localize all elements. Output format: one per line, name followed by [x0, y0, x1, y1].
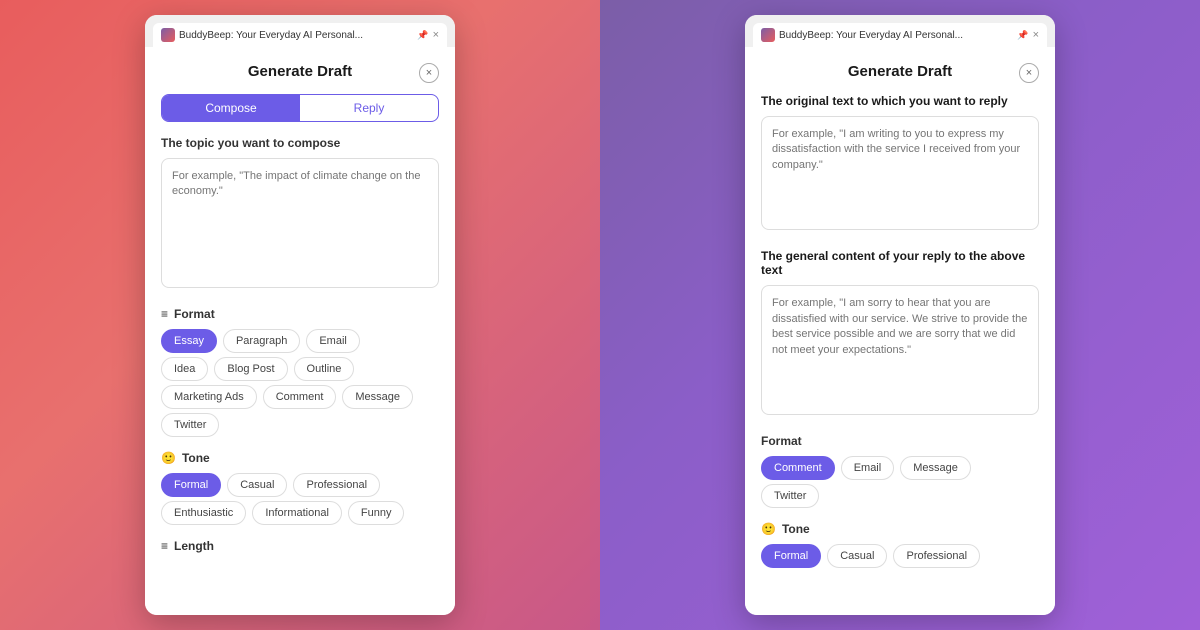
left-panel: BuddyBeep: Your Everyday AI Personal... … — [0, 0, 600, 630]
right-tab-title: BuddyBeep: Your Everyday AI Personal... — [779, 30, 1013, 41]
left-modal-close-button[interactable]: × — [419, 63, 439, 83]
left-format-section: ≡ Format Essay Paragraph Email Idea Blog… — [161, 307, 439, 437]
right-format-chip-twitter[interactable]: Twitter — [761, 484, 819, 508]
tone-chip-enthusiastic[interactable]: Enthusiastic — [161, 501, 246, 525]
left-tone-label-row: 🙂 Tone — [161, 451, 439, 465]
right-tab-bar: BuddyBeep: Your Everyday AI Personal... … — [745, 15, 1055, 47]
tone-icon-left: 🙂 — [161, 451, 176, 465]
left-length-label: Length — [174, 539, 214, 553]
right-format-chip-message[interactable]: Message — [900, 456, 971, 480]
left-browser-window: BuddyBeep: Your Everyday AI Personal... … — [145, 15, 455, 615]
right-modal-content: Generate Draft × The original text to wh… — [745, 47, 1055, 615]
format-chip-paragraph[interactable]: Paragraph — [223, 329, 300, 353]
right-format-chips-row1: Comment Email Message — [761, 456, 1039, 480]
right-tone-chips-row1: Formal Casual Professional — [761, 544, 1039, 568]
compose-tab-button[interactable]: Compose — [162, 95, 300, 121]
tone-chip-funny[interactable]: Funny — [348, 501, 405, 525]
left-tab-close-icon[interactable]: × — [433, 29, 439, 41]
tone-chip-casual[interactable]: Casual — [227, 473, 287, 497]
right-tone-section: 🙂 Tone Formal Casual Professional — [761, 522, 1039, 568]
format-chip-blogpost[interactable]: Blog Post — [214, 357, 287, 381]
format-chip-idea[interactable]: Idea — [161, 357, 208, 381]
buddybeep-icon-right — [761, 28, 775, 42]
left-tone-chips-row1: Formal Casual Professional — [161, 473, 439, 497]
format-chip-marketingads[interactable]: Marketing Ads — [161, 385, 257, 409]
right-tone-chip-casual[interactable]: Casual — [827, 544, 887, 568]
left-tab-title: BuddyBeep: Your Everyday AI Personal... — [179, 30, 413, 41]
right-tab-close-icon[interactable]: × — [1033, 29, 1039, 41]
left-modal-header: Generate Draft × — [161, 63, 439, 80]
left-format-chips-row1: Essay Paragraph Email — [161, 329, 439, 353]
right-tone-label: Tone — [782, 522, 810, 536]
right-tone-chip-professional[interactable]: Professional — [893, 544, 980, 568]
left-format-chips-row4: Twitter — [161, 413, 439, 437]
left-format-chips-row2: Idea Blog Post Outline — [161, 357, 439, 381]
right-modal-close-button[interactable]: × — [1019, 63, 1039, 83]
original-text-input[interactable] — [761, 116, 1039, 230]
format-chip-twitter[interactable]: Twitter — [161, 413, 219, 437]
left-browser-tab[interactable]: BuddyBeep: Your Everyday AI Personal... … — [153, 23, 447, 47]
format-chip-email[interactable]: Email — [306, 329, 360, 353]
left-tab-bar: BuddyBeep: Your Everyday AI Personal... … — [145, 15, 455, 47]
tone-chip-professional[interactable]: Professional — [293, 473, 380, 497]
right-format-section: Format Comment Email Message Twitter — [761, 434, 1039, 508]
left-modal-content: Generate Draft × Compose Reply The topic… — [145, 47, 455, 615]
format-chip-comment[interactable]: Comment — [263, 385, 337, 409]
format-chip-message[interactable]: Message — [342, 385, 413, 409]
left-tone-label: Tone — [182, 451, 210, 465]
format-icon-left: ≡ — [161, 307, 168, 321]
left-format-label: Format — [174, 307, 215, 321]
left-format-chips-row3: Marketing Ads Comment Message — [161, 385, 439, 409]
right-tone-label-row: 🙂 Tone — [761, 522, 1039, 536]
compose-topic-label: The topic you want to compose — [161, 136, 439, 150]
right-modal-header: Generate Draft × — [761, 63, 1039, 80]
left-tone-section: 🙂 Tone Formal Casual Professional Enthus… — [161, 451, 439, 525]
left-format-label-row: ≡ Format — [161, 307, 439, 321]
reply-content-input[interactable] — [761, 285, 1039, 415]
left-length-label-row: ≡ Length — [161, 539, 439, 553]
right-browser-window: BuddyBeep: Your Everyday AI Personal... … — [745, 15, 1055, 615]
right-modal-title: Generate Draft — [848, 63, 952, 80]
left-tab-pin-icon: 📌 — [417, 30, 428, 41]
right-panel: BuddyBeep: Your Everyday AI Personal... … — [600, 0, 1200, 630]
length-icon-left: ≡ — [161, 539, 168, 553]
right-tone-chip-formal[interactable]: Formal — [761, 544, 821, 568]
tone-chip-informational[interactable]: Informational — [252, 501, 342, 525]
left-modal-title: Generate Draft — [248, 63, 352, 80]
right-format-label: Format — [761, 434, 1039, 448]
tone-chip-formal[interactable]: Formal — [161, 473, 221, 497]
original-text-label: The original text to which you want to r… — [761, 94, 1039, 108]
format-chip-essay[interactable]: Essay — [161, 329, 217, 353]
right-tab-pin-icon: 📌 — [1017, 30, 1028, 41]
compose-topic-input[interactable] — [161, 158, 439, 288]
tone-icon-right: 🙂 — [761, 522, 776, 536]
format-chip-outline[interactable]: Outline — [294, 357, 355, 381]
left-tone-chips-row2: Enthusiastic Informational Funny — [161, 501, 439, 525]
left-tab-switcher: Compose Reply — [161, 94, 439, 122]
reply-tab-button[interactable]: Reply — [300, 95, 438, 121]
right-format-chips-row2: Twitter — [761, 484, 1039, 508]
right-format-chip-email[interactable]: Email — [841, 456, 895, 480]
reply-content-label: The general content of your reply to the… — [761, 249, 1039, 277]
buddybeep-icon-left — [161, 28, 175, 42]
right-browser-tab[interactable]: BuddyBeep: Your Everyday AI Personal... … — [753, 23, 1047, 47]
right-format-chip-comment[interactable]: Comment — [761, 456, 835, 480]
